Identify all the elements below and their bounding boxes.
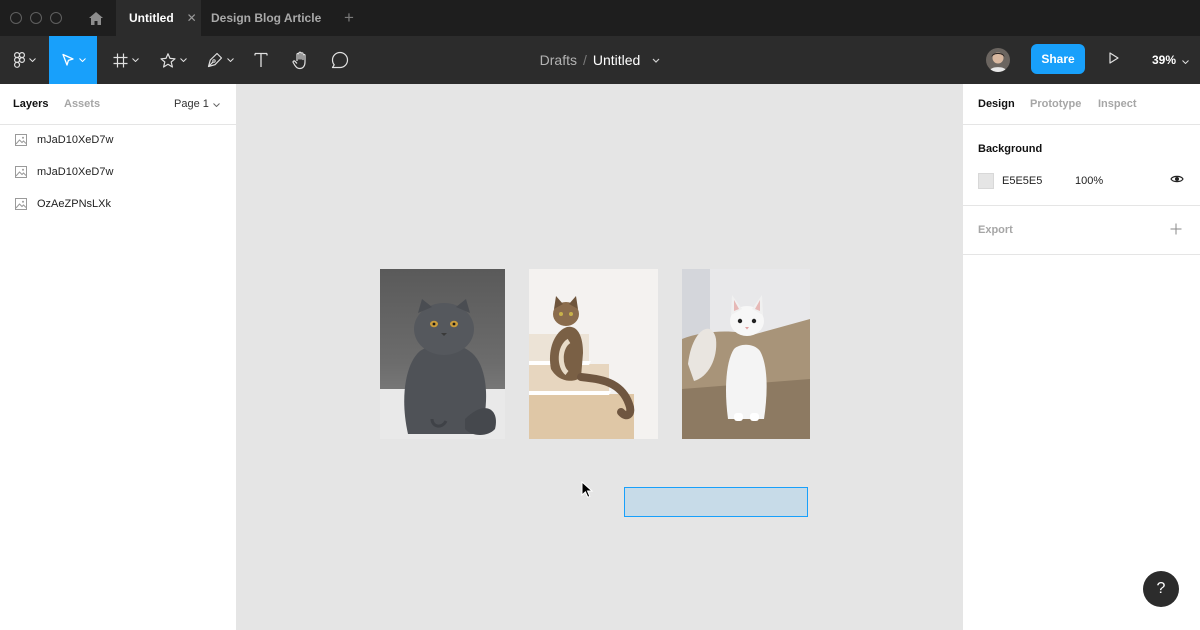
image-layer-icon: [15, 198, 27, 210]
frame-icon: [113, 53, 128, 68]
properties-panel: Design Prototype Inspect Background E5E5…: [962, 84, 1200, 630]
tab-design-blog-article[interactable]: Design Blog Article: [211, 0, 321, 36]
move-tool-button[interactable]: [49, 36, 97, 84]
tab-close-icon[interactable]: ✕: [187, 11, 197, 25]
image-layer-icon: [15, 166, 27, 178]
layer-name: OzAeZPNsLXk: [37, 198, 111, 210]
zoom-level: 39%: [1152, 53, 1177, 67]
text-icon: [254, 52, 268, 68]
window-maximize-button[interactable]: [50, 12, 62, 24]
window-close-button[interactable]: [10, 12, 22, 24]
comment-icon: [331, 51, 349, 69]
background-section: Background E5E5E5 100%: [963, 125, 1200, 206]
window-minimize-button[interactable]: [30, 12, 42, 24]
chevron-down-icon: [179, 58, 187, 62]
tab-layers[interactable]: Layers: [13, 98, 48, 110]
home-icon[interactable]: [86, 8, 106, 28]
plus-icon[interactable]: [1170, 223, 1182, 235]
page-name: Page 1: [174, 98, 209, 110]
chevron-down-icon: [213, 98, 220, 110]
cat-photo-tabby[interactable]: [529, 269, 658, 439]
background-opacity-input[interactable]: 100%: [1075, 175, 1103, 187]
pen-icon: [207, 52, 223, 68]
tab-untitled[interactable]: Untitled ✕: [116, 0, 201, 36]
design-canvas[interactable]: [237, 84, 962, 630]
share-button[interactable]: Share: [1031, 44, 1085, 74]
layer-row[interactable]: mJaD10XeD7w: [0, 124, 236, 156]
chevron-down-icon: [78, 58, 86, 62]
properties-panel-header: Design Prototype Inspect: [963, 84, 1200, 125]
cat-photo-white[interactable]: [682, 269, 810, 439]
eye-icon[interactable]: [1170, 174, 1184, 184]
hand-icon: [292, 51, 310, 70]
tab-prototype[interactable]: Prototype: [1030, 98, 1081, 110]
chevron-down-icon: [132, 58, 139, 62]
tab-label: Design Blog Article: [211, 11, 322, 25]
tab-design[interactable]: Design: [978, 98, 1015, 110]
zoom-menu[interactable]: 39%: [1152, 36, 1189, 84]
file-title[interactable]: Untitled: [593, 52, 640, 68]
layer-name: mJaD10XeD7w: [37, 166, 114, 178]
background-title: Background: [978, 143, 1043, 155]
toolbar: Drafts / Untitled Share 39%: [0, 36, 1200, 84]
layers-panel: Layers Assets Page 1 mJaD10XeD7w mJaD10X…: [0, 84, 237, 630]
figma-logo-icon: [14, 52, 25, 68]
export-section: Export: [963, 206, 1200, 255]
tab-assets[interactable]: Assets: [64, 98, 100, 110]
breadcrumb-separator: /: [582, 52, 587, 68]
user-avatar[interactable]: [986, 48, 1010, 72]
file-menu-chevron-icon[interactable]: [652, 58, 660, 63]
chevron-down-icon: [1182, 53, 1189, 67]
layer-row[interactable]: mJaD10XeD7w: [0, 156, 236, 188]
background-hex-input[interactable]: E5E5E5: [1002, 175, 1042, 187]
tab-inspect[interactable]: Inspect: [1098, 98, 1137, 110]
title-bar: Untitled ✕ Design Blog Article +: [0, 0, 1200, 36]
hand-tool-button[interactable]: [289, 36, 313, 84]
layers-panel-header: Layers Assets Page 1: [0, 84, 236, 125]
tab-label: Untitled: [129, 11, 174, 25]
text-tool-button[interactable]: [250, 36, 272, 84]
layer-name: mJaD10XeD7w: [37, 134, 114, 146]
move-icon: [61, 53, 75, 67]
background-color-swatch[interactable]: [978, 173, 994, 189]
image-layer-icon: [15, 134, 27, 146]
cat-photo-grey[interactable]: [380, 269, 505, 439]
breadcrumb-drafts[interactable]: Drafts: [540, 52, 577, 68]
main-menu-button[interactable]: [8, 36, 42, 84]
help-button[interactable]: ?: [1143, 571, 1179, 607]
chevron-down-icon: [226, 58, 234, 62]
frame-tool-button[interactable]: [108, 36, 144, 84]
chevron-down-icon: [29, 58, 36, 62]
present-play-button[interactable]: [1104, 50, 1124, 70]
mouse-cursor-icon: [581, 480, 595, 504]
star-icon: [159, 52, 176, 68]
comment-tool-button[interactable]: [329, 36, 351, 84]
pen-tool-button[interactable]: [202, 36, 238, 84]
shape-tool-button[interactable]: [155, 36, 191, 84]
page-selector[interactable]: Page 1: [174, 98, 220, 110]
play-icon: [1109, 51, 1119, 69]
marquee-selection: [624, 487, 808, 517]
layer-row[interactable]: OzAeZPNsLXk: [0, 188, 236, 220]
export-title: Export: [978, 224, 1013, 236]
new-tab-plus-icon[interactable]: +: [344, 8, 354, 28]
